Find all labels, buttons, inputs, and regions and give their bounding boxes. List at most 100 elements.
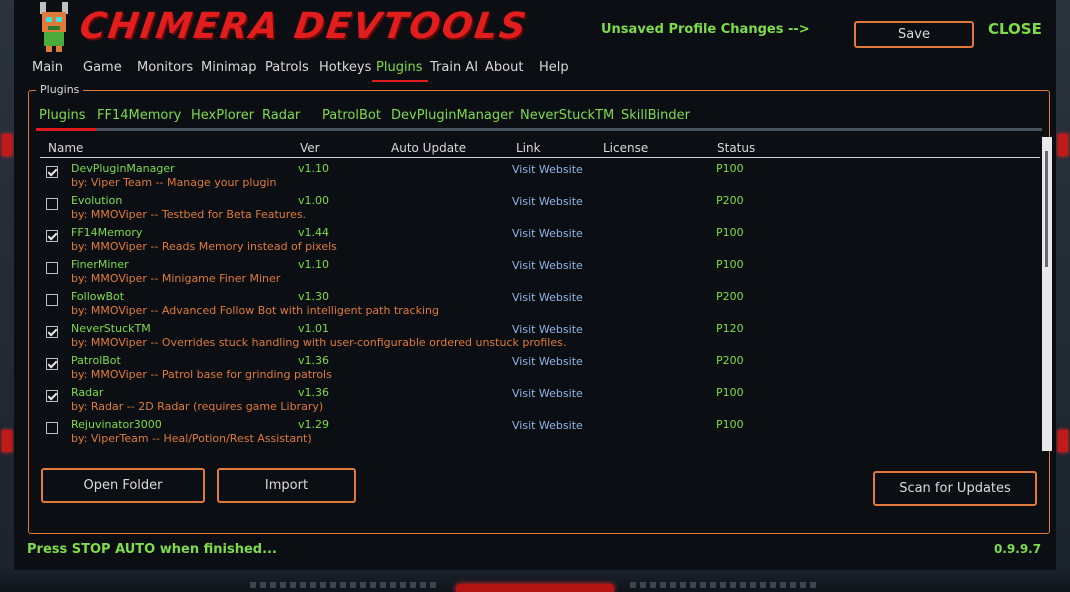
version-label: 0.9.9.7 [994, 542, 1042, 556]
plugin-enabled-checkbox[interactable] [46, 262, 58, 274]
plugin-description: by: MMOViper -- Minigame Finer Miner [71, 272, 281, 285]
menu-item-help[interactable]: Help [539, 60, 569, 75]
plugin-enabled-checkbox[interactable] [46, 166, 58, 178]
subtab-ff14memory[interactable]: FF14Memory [97, 108, 181, 123]
subtab-plugins[interactable]: Plugins [39, 108, 86, 123]
table-row[interactable]: NeverStuckTM by: MMOViper -- Overrides st… [40, 320, 1040, 352]
plugin-name: DevPluginManager [71, 162, 175, 175]
menu-item-train-ai[interactable]: Train AI [430, 60, 478, 75]
plugin-name: FF14Memory [71, 226, 143, 239]
open-folder-button[interactable]: Open Folder [41, 468, 205, 503]
plugin-name: FollowBot [71, 290, 125, 303]
table-row[interactable]: Radar by: Radar -- 2D Radar (requires gam… [40, 384, 1040, 416]
plugin-status: P100 [716, 418, 744, 431]
plugin-status: P100 [716, 386, 744, 399]
subtab-hexplorer[interactable]: HexPlorer [191, 108, 254, 123]
column-header-status[interactable]: Status [717, 141, 755, 155]
table-row[interactable]: Evolution by: MMOViper -- Testbed for Bet… [40, 192, 1040, 224]
plugin-enabled-checkbox[interactable] [46, 390, 58, 402]
menu-item-game[interactable]: Game [83, 60, 122, 75]
scan-for-updates-button[interactable]: Scan for Updates [873, 471, 1037, 506]
plugin-status: P200 [716, 354, 744, 367]
plugin-version: v1.36 [298, 386, 330, 399]
column-header-license[interactable]: License [603, 141, 648, 155]
visit-website-link[interactable]: Visit Website [512, 291, 583, 304]
frame-bottom-red-accent [456, 584, 614, 592]
visit-website-link[interactable]: Visit Website [512, 227, 583, 240]
frame-edge-left [0, 0, 14, 592]
visit-website-link[interactable]: Visit Website [512, 323, 583, 336]
status-message: Press STOP AUTO when finished... [27, 542, 277, 557]
visit-website-link[interactable]: Visit Website [512, 195, 583, 208]
plugin-version: v1.01 [298, 322, 330, 335]
table-scrollbar[interactable] [1042, 137, 1052, 451]
subtab-neverstucktm[interactable]: NeverStuckTM [520, 108, 614, 123]
visit-website-link[interactable]: Visit Website [512, 355, 583, 368]
table-row[interactable]: FinerMiner by: MMOViper -- Minigame Finer… [40, 256, 1040, 288]
plugin-version: v1.10 [298, 162, 330, 175]
visit-website-link[interactable]: Visit Website [512, 259, 583, 272]
frame-edge-right [1056, 0, 1070, 592]
plugin-description: by: ViperTeam -- Heal/Potion/Rest Assist… [71, 432, 312, 445]
plugin-status: P100 [716, 226, 744, 239]
column-header-link[interactable]: Link [516, 141, 541, 155]
plugin-name: NeverStuckTM [71, 322, 151, 335]
plugin-enabled-checkbox[interactable] [46, 422, 58, 434]
plugin-version: v1.29 [298, 418, 330, 431]
plugin-status: P100 [716, 258, 744, 271]
plugin-status: P100 [716, 162, 744, 175]
table-row[interactable]: Rejuvinator3000 by: ViperTeam -- Heal/Pot… [40, 416, 1040, 448]
main-window: CHIMERA DEVTOOLS Unsaved Profile Changes… [14, 0, 1056, 570]
plugin-description: by: Viper Team -- Manage your plugin [71, 176, 277, 189]
plugins-table: Name Ver Auto Update Link License Status… [40, 136, 1040, 452]
column-header-ver[interactable]: Ver [300, 141, 320, 155]
frame-red-accent [1058, 430, 1068, 452]
close-button[interactable]: CLOSE [988, 20, 1042, 38]
frame-red-accent [1058, 134, 1068, 156]
active-menu-indicator [372, 80, 428, 82]
table-row[interactable]: DevPluginManager by: Viper Team -- Manage… [40, 160, 1040, 192]
subtab-patrolbot[interactable]: PatrolBot [322, 108, 381, 123]
plugin-name: PatrolBot [71, 354, 121, 367]
plugin-name: Evolution [71, 194, 123, 207]
import-button[interactable]: Import [217, 468, 356, 503]
plugin-version: v1.30 [298, 290, 330, 303]
subtab-skillbinder[interactable]: SkillBinder [621, 108, 690, 123]
visit-website-link[interactable]: Visit Website [512, 419, 583, 432]
plugin-description: by: MMOViper -- Overrides stuck handling… [71, 336, 567, 349]
subtab-devpluginmanager[interactable]: DevPluginManager [391, 108, 513, 123]
scrollbar-thumb[interactable] [1045, 151, 1048, 267]
app-title: CHIMERA DEVTOOLS [77, 6, 531, 47]
column-header-auto-update[interactable]: Auto Update [391, 141, 466, 155]
chimera-logo-icon [40, 2, 68, 52]
frame-red-accent [2, 134, 12, 156]
menu-item-patrols[interactable]: Patrols [265, 60, 309, 75]
menu-item-monitors[interactable]: Monitors [137, 60, 193, 75]
visit-website-link[interactable]: Visit Website [512, 163, 583, 176]
plugin-version: v1.44 [298, 226, 330, 239]
save-button[interactable]: Save [854, 21, 974, 48]
menu-item-minimap[interactable]: Minimap [201, 60, 257, 75]
plugin-enabled-checkbox[interactable] [46, 326, 58, 338]
plugin-enabled-checkbox[interactable] [46, 230, 58, 242]
visit-website-link[interactable]: Visit Website [512, 387, 583, 400]
frame-red-accent [2, 430, 12, 452]
plugin-enabled-checkbox[interactable] [46, 294, 58, 306]
table-row[interactable]: FF14Memory by: MMOViper -- Reads Memory i… [40, 224, 1040, 256]
plugin-status: P200 [716, 290, 744, 303]
header: CHIMERA DEVTOOLS Unsaved Profile Changes… [14, 0, 1056, 56]
menu-item-hotkeys[interactable]: Hotkeys [319, 60, 371, 75]
frame-stripes [250, 582, 440, 588]
column-header-name[interactable]: Name [48, 141, 83, 155]
menu-item-about[interactable]: About [485, 60, 523, 75]
menu-item-main[interactable]: Main [32, 60, 63, 75]
plugin-enabled-checkbox[interactable] [46, 358, 58, 370]
plugin-description: by: MMOViper -- Testbed for Beta Feature… [71, 208, 307, 221]
plugin-enabled-checkbox[interactable] [46, 198, 58, 210]
plugin-description: by: Radar -- 2D Radar (requires game Lib… [71, 400, 324, 413]
table-row[interactable]: PatrolBot by: MMOViper -- Patrol base for… [40, 352, 1040, 384]
subtab-radar[interactable]: Radar [262, 108, 300, 123]
menu-item-plugins[interactable]: Plugins [376, 60, 423, 75]
table-row[interactable]: FollowBot by: MMOViper -- Advanced Follow… [40, 288, 1040, 320]
plugin-description: by: MMOViper -- Reads Memory instead of … [71, 240, 337, 253]
